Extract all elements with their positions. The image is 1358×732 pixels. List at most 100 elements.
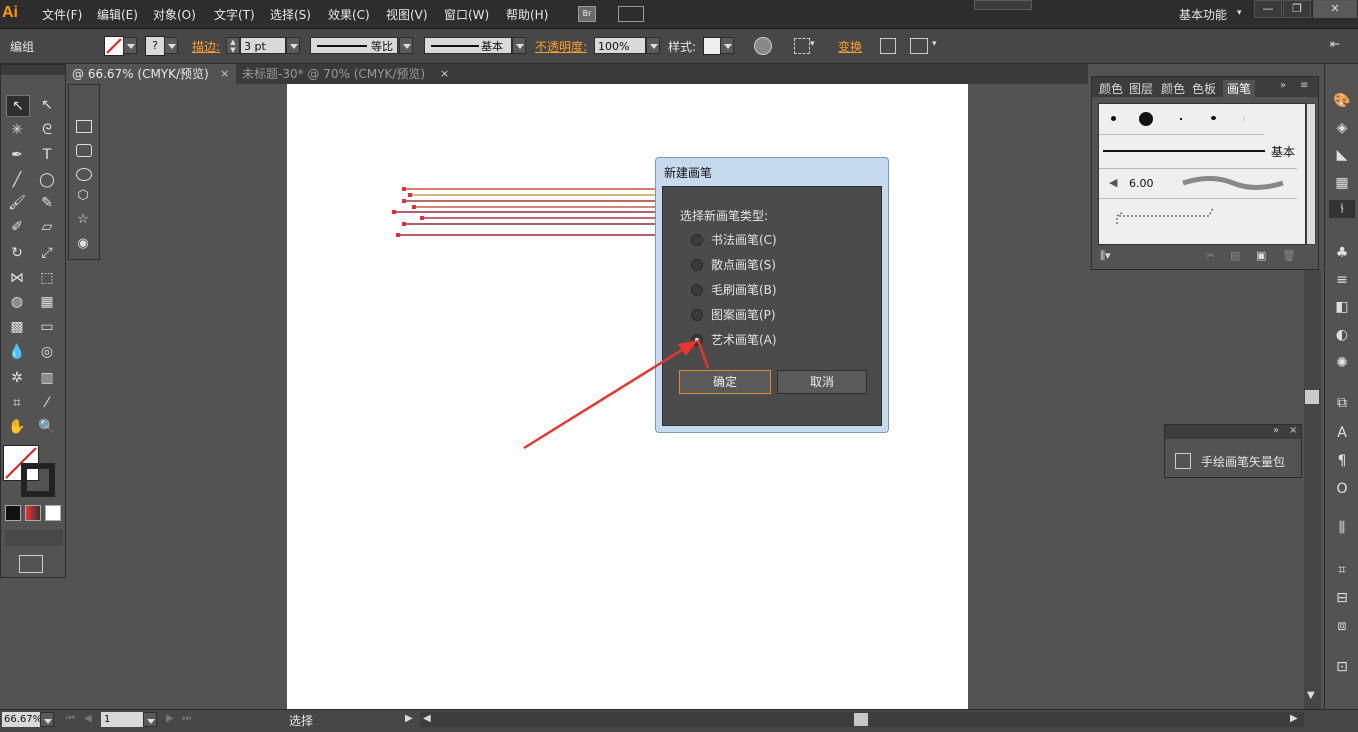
opacity-input[interactable]: 100%	[594, 37, 646, 54]
scrollbar-thumb[interactable]	[854, 713, 868, 726]
tab-document-2[interactable]: 未标题-30* @ 70% (CMYK/预览)	[238, 64, 453, 84]
brush-dot-tiny[interactable]	[1180, 118, 1182, 120]
brush-basic-row[interactable]: 基本	[1099, 134, 1297, 169]
recolor-artwork-icon[interactable]	[754, 37, 772, 55]
workspace-switcher[interactable]: 基本功能	[1179, 6, 1227, 23]
menu-effect[interactable]: 效果(C)	[328, 6, 370, 23]
close-icon[interactable]: ×	[220, 67, 229, 80]
star-tool-icon[interactable]: ☆	[72, 210, 94, 230]
tab-document-1[interactable]: @ 66.67% (CMYK/预览)	[68, 64, 236, 84]
color-mode-icon[interactable]	[5, 505, 21, 521]
tab-brushes[interactable]: 画笔	[1223, 80, 1256, 97]
scroll-right-icon[interactable]: ▶	[1290, 713, 1298, 724]
variable-width-profile[interactable]: 等比	[310, 37, 398, 54]
graphic-style-swatch[interactable]	[703, 37, 721, 55]
collapse-icon[interactable]: »	[1280, 80, 1286, 91]
fill-dropdown[interactable]	[123, 37, 137, 54]
scroll-down-icon[interactable]: ▼	[1307, 690, 1315, 701]
scrollbar-thumb[interactable]	[1305, 390, 1319, 404]
bridge-button[interactable]: Br	[578, 6, 596, 22]
stroke-swatch[interactable]: ?	[145, 36, 165, 56]
transform-label[interactable]: 变换	[838, 38, 862, 55]
tab-layers[interactable]: 图层	[1129, 80, 1153, 97]
paragraph-icon[interactable]: ¶	[1333, 452, 1351, 470]
close-icon[interactable]: ×	[440, 67, 449, 80]
ellipse-tool-icon[interactable]: ◯	[36, 170, 58, 190]
stroke-stepper[interactable]: ▲ ▼	[226, 37, 240, 54]
rounded-rectangle-tool-icon[interactable]	[76, 144, 92, 157]
remove-brush-stroke-icon[interactable]: ✂	[1206, 249, 1215, 262]
perspective-grid-tool-icon[interactable]: ▦	[36, 292, 58, 312]
panel-header[interactable]	[1165, 425, 1301, 439]
first-page-icon[interactable]: ⏮	[66, 713, 75, 724]
transparency-icon[interactable]: ◧	[1333, 298, 1351, 316]
brush-list-scrollbar[interactable]	[1306, 103, 1316, 245]
panel-menu-icon[interactable]: ≡	[1300, 80, 1308, 91]
color-guide-icon[interactable]: 🎨	[1333, 92, 1351, 110]
arrange-icon[interactable]	[910, 38, 928, 54]
mesh-tool-icon[interactable]: ▩	[6, 317, 28, 337]
opacity-label[interactable]: 不透明度:	[535, 38, 587, 55]
align-panel-icon[interactable]: ⫼	[1333, 519, 1351, 537]
menu-object[interactable]: 对象(O)	[153, 6, 196, 23]
opentype-icon[interactable]: O	[1333, 480, 1351, 498]
stroke-icon[interactable]: ≡	[1333, 271, 1351, 289]
brush-dot-faint[interactable]	[1243, 116, 1244, 122]
flare-tool-icon[interactable]: ◉	[72, 234, 94, 254]
menu-file[interactable]: 文件(F)	[42, 6, 82, 23]
brush-dot-oval[interactable]	[1211, 116, 1216, 120]
fill-swatch[interactable]	[104, 36, 124, 56]
column-graph-tool-icon[interactable]: ▥	[36, 368, 58, 388]
paintbrush-tool-icon[interactable]: 🖌	[6, 193, 28, 213]
rotate-tool-icon[interactable]: ↻	[6, 243, 28, 263]
brush-pattern-row[interactable]	[1099, 198, 1297, 244]
scale-tool-icon[interactable]: ⤢	[36, 243, 58, 263]
stroke-label[interactable]: 描边:	[192, 38, 220, 55]
symbols-icon[interactable]: ♣	[1333, 244, 1351, 262]
radio-button[interactable]	[691, 309, 703, 321]
last-page-icon[interactable]: ⏭	[182, 713, 191, 724]
tab-swatches[interactable]: 色板	[1192, 80, 1216, 97]
stroke-color-dropdown[interactable]	[164, 37, 178, 54]
brush-bristle-row[interactable]: ◀ 6.00	[1099, 168, 1297, 199]
polygon-tool-icon[interactable]: ⬡	[72, 186, 94, 206]
drawing-modes-icon[interactable]	[5, 530, 63, 546]
shape-builder-tool-icon[interactable]: ◍	[6, 292, 28, 312]
menu-window[interactable]: 窗口(W)	[444, 6, 489, 23]
tools-panel-header[interactable]	[1, 65, 65, 75]
radio-button[interactable]	[691, 284, 703, 296]
none-mode-icon[interactable]	[45, 505, 61, 521]
menu-view[interactable]: 视图(V)	[386, 6, 428, 23]
hand-tool-icon[interactable]: ✋	[6, 417, 28, 437]
isolate-group-icon[interactable]	[880, 38, 896, 54]
graphic-style-dropdown[interactable]	[720, 37, 734, 54]
gradient-icon[interactable]: ◣	[1333, 146, 1351, 164]
opacity-dropdown[interactable]	[646, 37, 660, 54]
zoom-dropdown[interactable]	[40, 712, 54, 727]
menu-select[interactable]: 选择(S)	[270, 6, 311, 23]
width-tool-icon[interactable]: ⋈	[6, 268, 28, 288]
align-objects-icon[interactable]: ⊟	[1333, 589, 1351, 607]
next-page-icon[interactable]: ▶	[166, 713, 174, 724]
status-menu-icon[interactable]: ▶	[405, 713, 413, 724]
cancel-button[interactable]: 取消	[777, 370, 867, 394]
line-tool-icon[interactable]: ╱	[6, 170, 28, 190]
magic-wand-tool-icon[interactable]: ✳	[6, 120, 28, 140]
symbol-sprayer-tool-icon[interactable]: ✲	[6, 368, 28, 388]
close-icon[interactable]: ×	[1289, 425, 1297, 436]
align-icon[interactable]	[794, 38, 810, 54]
radio-button[interactable]	[691, 259, 703, 271]
eyedropper-tool-icon[interactable]: 💧	[6, 342, 28, 362]
transform-panel-icon[interactable]: ⌗	[1333, 561, 1351, 579]
zoom-input[interactable]: 66.67%	[2, 712, 42, 727]
layers-icon[interactable]: ◈	[1333, 119, 1351, 137]
radio-button[interactable]	[691, 234, 703, 246]
direct-selection-tool-icon[interactable]: ↖	[36, 95, 58, 115]
panel-menu-icon[interactable]: ⇤	[1330, 37, 1340, 51]
restore-button[interactable]: ❐	[1283, 0, 1311, 18]
screen-mode-icon[interactable]	[19, 555, 43, 573]
canvas-vertical-scrollbar[interactable]: ▼	[1304, 270, 1321, 709]
arrange-documents-icon[interactable]	[618, 6, 644, 22]
stroke-weight-dropdown[interactable]	[286, 37, 300, 54]
brush-dot-small[interactable]	[1111, 116, 1116, 121]
